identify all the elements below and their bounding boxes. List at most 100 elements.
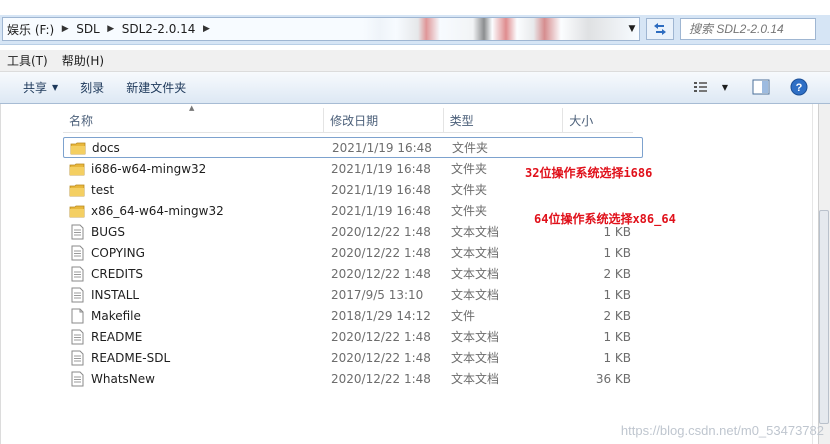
file-name-cell: Makefile [63, 308, 325, 324]
file-date: 2021/1/19 16:48 [331, 182, 431, 197]
file-name-cell: BUGS [63, 224, 325, 240]
file-name-cell: i686-w64-mingw32 [63, 161, 325, 177]
file-type: 文本文档 [451, 246, 500, 260]
file-date: 2020/12/22 1:48 [331, 266, 431, 281]
file-name-cell: test [63, 182, 325, 198]
text-file-icon [69, 371, 85, 387]
burn-label: 刻录 [80, 81, 105, 95]
file-row[interactable]: Makefile 2018/1/29 14:12 文件 2 KB [63, 305, 643, 326]
vertical-scrollbar[interactable] [818, 104, 830, 444]
address-dropdown-icon[interactable]: ▼ [626, 17, 638, 41]
annotation-32bit: 32位操作系统选择i686 [525, 166, 653, 180]
breadcrumb-arrow-icon[interactable]: ▶ [104, 18, 118, 40]
annotation-64bit: 64位操作系统选择x86_64 [534, 212, 676, 226]
new-folder-button[interactable]: 新建文件夹 [117, 76, 195, 100]
file-row[interactable]: README-SDL 2020/12/22 1:48 文本文档 1 KB [63, 347, 643, 368]
refresh-icon [654, 23, 666, 35]
file-name-cell: CREDITS [63, 266, 325, 282]
file-type: 文本文档 [451, 288, 500, 302]
file-list: ▲ 名称 修改日期 类型 大小 docs 2021/1/19 16:48 文件夹 i6… [0, 104, 818, 444]
file-date: 2020/12/22 1:48 [331, 371, 431, 386]
file-row[interactable]: INSTALL 2017/9/5 13:10 文本文档 1 KB [63, 284, 643, 305]
search-box[interactable] [680, 18, 830, 40]
file-name: BUGS [91, 224, 125, 239]
file-name-cell: README [63, 329, 325, 345]
view-dropdown-icon[interactable]: ▼ [720, 76, 730, 98]
scrollbar-thumb[interactable] [819, 210, 829, 424]
file-name: INSTALL [91, 287, 140, 302]
file-name-cell: x86_64-w64-mingw32 [63, 203, 325, 219]
file-name-cell: README-SDL [63, 350, 325, 366]
file-name-cell: docs [64, 140, 326, 156]
breadcrumb-arrow-icon[interactable]: ▶ [199, 18, 213, 40]
preview-pane-icon[interactable] [750, 76, 772, 98]
file-type: 文本文档 [451, 267, 500, 281]
file-size: 36 KB [595, 371, 631, 386]
new-folder-label: 新建文件夹 [126, 81, 187, 95]
share-label: 共享 [23, 81, 48, 95]
file-name: README-SDL [91, 350, 171, 365]
share-button[interactable]: 共享 ▼ [14, 76, 67, 100]
text-file-icon [69, 266, 85, 282]
blurred-region [363, 18, 638, 40]
file-date: 2020/12/22 1:48 [331, 329, 431, 344]
help-icon[interactable]: ? [788, 76, 810, 98]
blank-file-icon [69, 308, 85, 324]
file-name: COPYING [91, 245, 145, 260]
command-toolbar: 共享 ▼ 刻录 新建文件夹 ▼ ? [0, 72, 830, 104]
svg-text:?: ? [796, 82, 803, 94]
file-row[interactable]: COPYING 2020/12/22 1:48 文本文档 1 KB [63, 242, 643, 263]
column-size[interactable]: 大小 [563, 108, 633, 133]
file-date: 2018/1/29 14:12 [331, 308, 431, 323]
file-name: i686-w64-mingw32 [91, 161, 207, 176]
folder-icon [69, 203, 85, 219]
text-file-icon [69, 224, 85, 240]
folder-icon [70, 140, 86, 156]
file-date: 2020/12/22 1:48 [331, 350, 431, 365]
file-date: 2017/9/5 13:10 [331, 287, 424, 302]
breadcrumb-sdl2[interactable]: SDL2-2.0.14 [118, 18, 200, 40]
file-date: 2021/1/19 16:48 [331, 203, 431, 218]
search-input[interactable] [681, 22, 830, 36]
breadcrumb-sdl[interactable]: SDL [72, 18, 104, 40]
file-row[interactable]: README 2020/12/22 1:48 文本文档 1 KB [63, 326, 643, 347]
file-name-cell: WhatsNew [63, 371, 325, 387]
file-size: 2 KB [603, 308, 631, 323]
burn-button[interactable]: 刻录 [71, 76, 113, 100]
file-date: 2020/12/22 1:48 [331, 224, 431, 239]
menu-bar: 工具(T) 帮助(H) [0, 50, 830, 72]
text-file-icon [69, 350, 85, 366]
menu-help[interactable]: 帮助(H) [55, 52, 111, 69]
file-row[interactable]: WhatsNew 2020/12/22 1:48 文本文档 36 KB [63, 368, 643, 389]
column-date[interactable]: 修改日期 [324, 108, 444, 133]
refresh-button[interactable] [646, 18, 674, 40]
column-type[interactable]: 类型 [444, 108, 564, 133]
file-size: 1 KB [603, 245, 631, 260]
file-name: WhatsNew [91, 371, 155, 386]
file-type: 文本文档 [451, 351, 500, 365]
breadcrumb-drive[interactable]: 娱乐 (F:) [3, 18, 58, 40]
file-name-cell: INSTALL [63, 287, 325, 303]
file-name: README [91, 329, 143, 344]
file-row[interactable]: CREDITS 2020/12/22 1:48 文本文档 2 KB [63, 263, 643, 284]
file-size: 1 KB [603, 329, 631, 344]
file-type: 文本文档 [451, 372, 500, 386]
chevron-down-icon: ▼ [52, 83, 59, 92]
file-name: CREDITS [91, 266, 144, 281]
menu-tools[interactable]: 工具(T) [0, 52, 55, 69]
text-file-icon [69, 329, 85, 345]
view-options-icon[interactable] [690, 76, 712, 98]
file-type: 文件 [451, 309, 476, 323]
breadcrumb-arrow-icon[interactable]: ▶ [58, 18, 72, 40]
text-file-icon [69, 287, 85, 303]
file-size: 1 KB [603, 350, 631, 365]
file-name-cell: COPYING [63, 245, 325, 261]
address-bar[interactable]: 娱乐 (F:) ▶ SDL ▶ SDL2-2.0.14 ▶ [2, 17, 640, 41]
column-name[interactable]: 名称 [63, 108, 325, 133]
file-type: 文件夹 [452, 141, 489, 155]
file-row[interactable]: docs 2021/1/19 16:48 文件夹 [63, 137, 643, 158]
file-type: 文件夹 [451, 183, 488, 197]
address-bar-row: 娱乐 (F:) ▶ SDL ▶ SDL2-2.0.14 ▶ ▼ [0, 15, 830, 45]
file-row[interactable]: test 2021/1/19 16:48 文件夹 [63, 179, 643, 200]
file-name: Makefile [91, 308, 141, 323]
